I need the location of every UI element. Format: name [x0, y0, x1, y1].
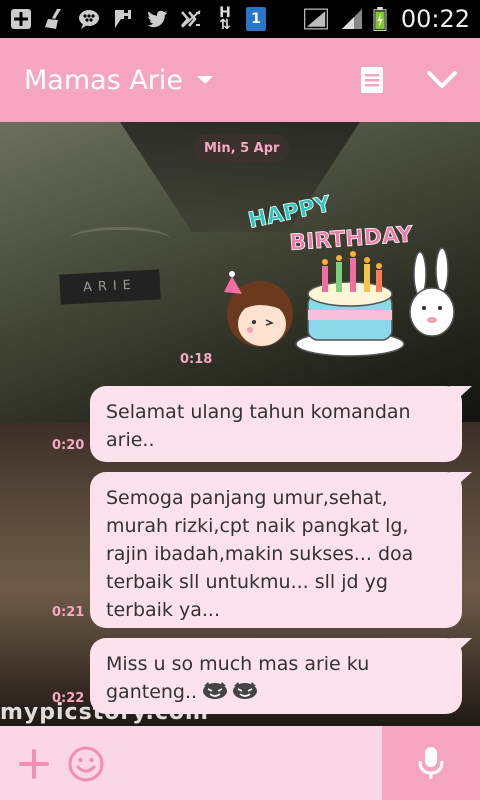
clock: 00:22 — [400, 5, 470, 33]
plus-icon — [19, 749, 49, 779]
message-bubble[interactable]: Semoga panjang umur,sehat, murah rizki,c… — [90, 472, 472, 628]
sticker-cake — [295, 251, 405, 357]
sticker-happy-text: HAPPY — [246, 192, 334, 234]
pin-icon — [110, 7, 136, 31]
signal-icon — [299, 7, 333, 31]
birthday-sticker[interactable]: HAPPY BIRTHDAY — [220, 184, 470, 364]
message-timestamp: 0:21 — [52, 605, 85, 620]
notes-button[interactable] — [352, 60, 392, 100]
bbm-icon — [76, 7, 102, 31]
chat-area[interactable]: ARIE mypicstory.com Min, 5 Apr HAPPY BIR… — [0, 122, 480, 726]
background-wings-badge — [70, 227, 170, 251]
sticker-bunny — [409, 247, 455, 337]
sticker-birthday-text: BIRTHDAY — [289, 222, 415, 256]
sticker-girl — [224, 271, 293, 347]
voice-message-button[interactable] — [382, 726, 480, 800]
laughing-face-icon — [202, 680, 228, 700]
status-bar: H ⇅ 1 00:22 — [0, 0, 480, 38]
microphone-icon — [418, 747, 444, 779]
chevron-down-icon — [427, 71, 457, 88]
input-bar — [0, 726, 480, 800]
signal-2-icon — [339, 7, 365, 31]
notes-icon — [361, 67, 383, 93]
broom-icon — [42, 7, 68, 31]
message-text: Selamat ulang tahun komandan arie.. — [106, 401, 411, 451]
sim-1-icon: 1 — [246, 7, 266, 31]
add-box-icon — [8, 7, 34, 31]
message-bubble[interactable]: Miss u so much mas arie ku ganteng.. — [90, 638, 472, 714]
network-type-label: H — [219, 5, 231, 21]
collapse-button[interactable] — [422, 60, 462, 100]
message-timestamp: 0:20 — [52, 438, 85, 453]
background-nametag: ARIE — [59, 269, 161, 305]
sticker-timestamp: 0:18 — [180, 352, 213, 367]
date-separator: Min, 5 Apr — [194, 134, 290, 162]
chat-header: Mamas Arie — [0, 38, 480, 122]
dropdown-caret-icon[interactable] — [197, 76, 214, 84]
data-blocked-icon — [178, 7, 204, 31]
network-h-icon: H ⇅ — [219, 5, 231, 33]
message-text: Semoga panjang umur,sehat, murah rizki,c… — [106, 487, 414, 621]
battery-charging-icon — [371, 7, 389, 31]
emoticon-button[interactable] — [66, 744, 106, 784]
twitter-icon — [144, 7, 170, 31]
message-bubble[interactable]: Selamat ulang tahun komandan arie.. — [90, 386, 472, 462]
message-timestamp: 0:22 — [52, 691, 85, 706]
attach-button[interactable] — [14, 744, 54, 784]
smiley-icon — [68, 746, 104, 782]
laughing-face-icon — [232, 680, 258, 700]
chat-title[interactable]: Mamas Arie — [24, 65, 183, 96]
